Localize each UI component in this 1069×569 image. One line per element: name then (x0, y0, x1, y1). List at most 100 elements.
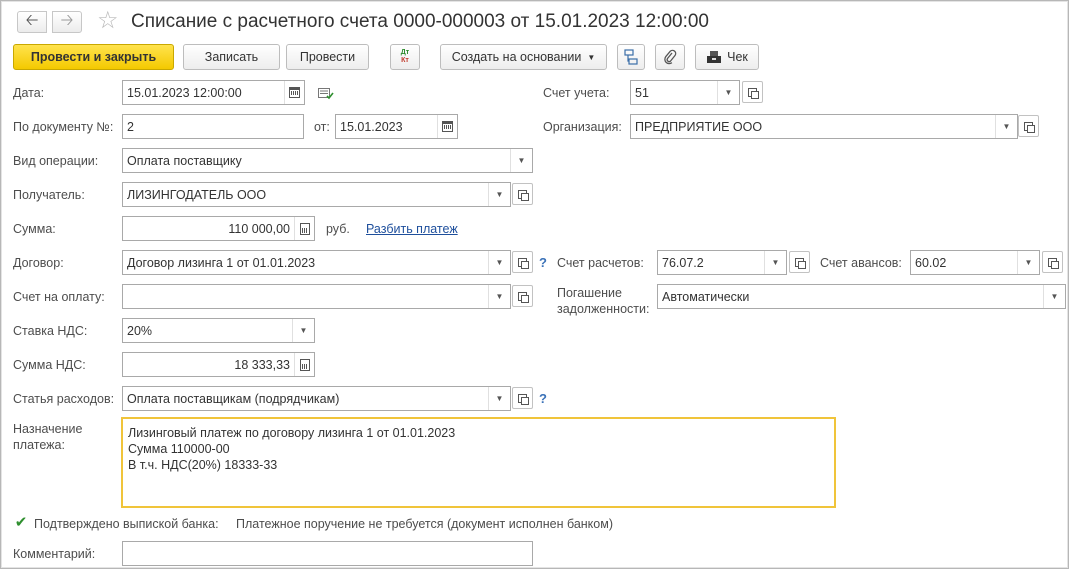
dt-icon: Дт (400, 49, 410, 56)
post-button[interactable]: Провести (286, 44, 369, 70)
account-field[interactable]: 51 ▼ (630, 80, 740, 105)
doc-number-label: По документу №: (13, 120, 114, 134)
vat-rate-field[interactable]: 20% ▼ (122, 318, 315, 343)
recipient-value: ЛИЗИНГОДАТЕЛЬ ООО (127, 187, 267, 202)
back-button[interactable]: 🡠 (17, 11, 47, 33)
open-expense-item-button[interactable] (512, 387, 533, 409)
open-form-icon (1024, 121, 1035, 133)
chevron-down-icon[interactable]: ▼ (764, 251, 786, 274)
advance-account-field[interactable]: 60.02 ▼ (910, 250, 1040, 275)
dt-kt-button[interactable]: Дт Кт (390, 44, 420, 70)
invoice-label: Счет на оплату: (13, 290, 105, 304)
open-account-button[interactable] (742, 81, 763, 103)
settlement-account-field[interactable]: 76.07.2 ▼ (657, 250, 787, 275)
edit-time-icon[interactable] (318, 87, 334, 103)
currency-label: руб. (326, 222, 350, 236)
page-title: Списание с расчетного счета 0000-000003 … (131, 11, 709, 32)
chevron-down-icon[interactable]: ▼ (717, 81, 739, 104)
recipient-label: Получатель: (13, 188, 85, 202)
chevron-down-icon[interactable]: ▼ (488, 387, 510, 410)
doc-date-label: от: (314, 120, 330, 134)
purpose-label-2: платежа: (13, 438, 65, 452)
payment-purpose-textarea[interactable]: Лизинговый платеж по договору лизинга 1 … (121, 417, 836, 508)
comment-field[interactable] (122, 541, 533, 566)
invoice-field[interactable]: ▼ (122, 284, 511, 309)
open-form-icon (518, 257, 529, 269)
arrow-right-icon: 🡢 (60, 11, 74, 29)
vat-amount-field[interactable]: 18 333,33 (122, 352, 315, 377)
debt-repayment-value: Автоматически (662, 289, 750, 304)
purpose-line: Сумма 110000-00 (128, 442, 230, 456)
expense-help-icon[interactable]: ? (539, 391, 547, 406)
amount-field[interactable]: 110 000,00 (122, 216, 315, 241)
debt-repayment-label-2: задолженности: (557, 302, 650, 316)
chevron-down-icon[interactable]: ▼ (488, 285, 510, 308)
debt-repayment-label-1: Погашение (557, 286, 622, 300)
receipt-label: Чек (727, 50, 748, 64)
contract-help-icon[interactable]: ? (539, 255, 547, 270)
settlement-account-value: 76.07.2 (662, 255, 704, 270)
settlement-account-label: Счет расчетов: (557, 256, 644, 270)
chevron-down-icon[interactable]: ▼ (488, 251, 510, 274)
checkmark-icon: ✔ (14, 514, 28, 531)
open-recipient-button[interactable] (512, 183, 533, 205)
organization-field[interactable]: ПРЕДПРИЯТИЕ ООО ▼ (630, 114, 1018, 139)
star-icon[interactable]: ☆ (97, 9, 119, 33)
chevron-down-icon[interactable]: ▼ (510, 149, 532, 172)
paperclip-icon (664, 49, 677, 65)
contract-label: Договор: (13, 256, 64, 270)
forward-button[interactable]: 🡢 (52, 11, 82, 33)
calendar-icon (442, 121, 453, 132)
attach-button[interactable] (655, 44, 685, 70)
open-form-icon (795, 257, 806, 269)
open-advance-account-button[interactable] (1042, 251, 1063, 273)
purpose-label-1: Назначение (13, 422, 83, 436)
kt-icon: Кт (401, 57, 409, 64)
structure-button[interactable] (617, 44, 645, 70)
chevron-down-icon[interactable]: ▼ (292, 319, 314, 342)
debt-repayment-field[interactable]: Автоматически ▼ (657, 284, 1066, 309)
purpose-line: Лизинговый платеж по договору лизинга 1 … (128, 426, 456, 440)
create-based-on-button[interactable]: Создать на основании ▼ (440, 44, 607, 70)
chevron-down-icon[interactable]: ▼ (488, 183, 510, 206)
cash-register-icon (707, 51, 722, 63)
operation-value: Оплата поставщику (127, 153, 242, 168)
advance-account-label: Счет авансов: (820, 256, 902, 270)
chevron-down-icon[interactable]: ▼ (995, 115, 1017, 138)
amount-label: Сумма: (13, 222, 56, 236)
account-label: Счет учета: (543, 86, 610, 100)
arrow-left-icon: 🡠 (25, 11, 39, 29)
chevron-down-icon[interactable]: ▼ (1017, 251, 1039, 274)
open-contract-button[interactable] (512, 251, 533, 273)
split-payment-link[interactable]: Разбить платеж (366, 222, 458, 236)
amount-value: 110 000,00 (228, 221, 290, 236)
doc-number-value: 2 (127, 119, 134, 134)
purpose-line: В т.ч. НДС(20%) 18333-33 (128, 458, 278, 472)
doc-date-field[interactable]: 15.01.2023 (335, 114, 458, 139)
calculator-button[interactable] (294, 353, 314, 376)
calendar-button[interactable] (284, 81, 304, 104)
calculator-icon (299, 222, 310, 235)
save-button[interactable]: Записать (183, 44, 280, 70)
chevron-down-icon[interactable]: ▼ (1043, 285, 1065, 308)
contract-value: Договор лизинга 1 от 01.01.2023 (127, 255, 316, 270)
operation-field[interactable]: Оплата поставщику ▼ (122, 148, 533, 173)
open-settlement-account-button[interactable] (789, 251, 810, 273)
organization-label: Организация: (543, 120, 622, 134)
open-invoice-button[interactable] (512, 285, 533, 307)
open-form-icon (518, 393, 529, 405)
calculator-button[interactable] (294, 217, 314, 240)
contract-field[interactable]: Договор лизинга 1 от 01.01.2023 ▼ (122, 250, 511, 275)
date-field[interactable]: 15.01.2023 12:00:00 (122, 80, 305, 105)
recipient-field[interactable]: ЛИЗИНГОДАТЕЛЬ ООО ▼ (122, 182, 511, 207)
doc-number-field[interactable]: 2 (122, 114, 304, 139)
post-and-close-button[interactable]: Провести и закрыть (13, 44, 174, 70)
calendar-button[interactable] (437, 115, 457, 138)
chevron-down-icon: ▼ (587, 52, 596, 62)
expense-item-label: Статья расходов: (13, 392, 115, 406)
open-organization-button[interactable] (1018, 115, 1039, 137)
open-form-icon (748, 87, 759, 99)
bank-confirmed-checkbox[interactable]: ✔ (14, 514, 28, 531)
expense-item-field[interactable]: Оплата поставщикам (подрядчикам) ▼ (122, 386, 511, 411)
receipt-button[interactable]: Чек (695, 44, 759, 70)
